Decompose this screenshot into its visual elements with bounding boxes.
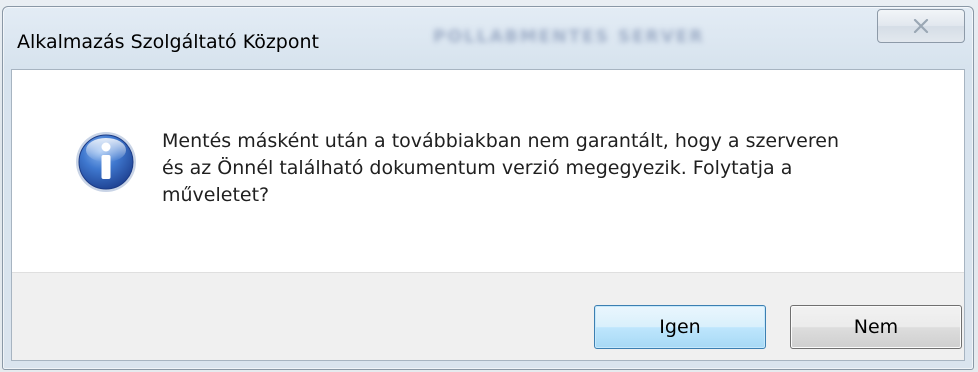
message-line: Mentés másként után a továbbiakban nem g… xyxy=(162,130,839,152)
no-button[interactable]: Nem xyxy=(790,305,962,349)
dialog-message: Mentés másként után a továbbiakban nem g… xyxy=(162,128,922,209)
message-line: műveletet? xyxy=(162,184,270,206)
window-title: Alkalmazás Szolgáltató Központ xyxy=(17,31,319,53)
close-icon xyxy=(913,19,929,33)
blurred-background-text: POLLABMENTES SERVER xyxy=(433,27,705,47)
title-bar[interactable]: Alkalmazás Szolgáltató Központ POLLABMEN… xyxy=(3,7,973,69)
button-bar: Igen Nem xyxy=(12,272,964,360)
message-area: Mentés másként után a továbbiakban nem g… xyxy=(12,70,964,272)
close-button[interactable] xyxy=(877,9,965,43)
yes-button[interactable]: Igen xyxy=(594,305,766,349)
dialog-client-area: Mentés másként után a továbbiakban nem g… xyxy=(11,69,965,361)
message-dialog: Alkalmazás Szolgáltató Központ POLLABMEN… xyxy=(2,6,974,370)
message-line: és az Önnél található dokumentum verzió … xyxy=(162,157,793,179)
info-icon xyxy=(76,132,136,192)
